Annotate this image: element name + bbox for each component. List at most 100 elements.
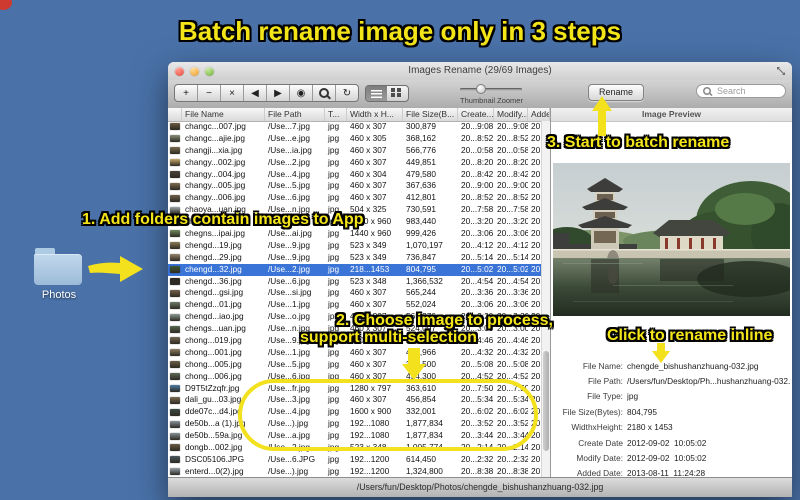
file-actions-segmented-control: + − × ◀ ▶ ◉ ↻ [174, 84, 359, 102]
table-row[interactable]: chengd...01.jpg/Use...1.jpg jpg 460 x 307 5… [168, 299, 550, 311]
file-thumbnail-icon [170, 194, 180, 202]
column-header[interactable]: Width x H... [347, 108, 403, 121]
table-row[interactable]: changy...006.jpg/Use...6.jpg jpg 460 x 307… [168, 192, 550, 204]
file-thumbnail-icon [170, 182, 180, 190]
cell-name: chegns...ipai.jpg [185, 228, 245, 239]
cell-dim: 460 x 307 [350, 180, 387, 191]
column-header[interactable]: Added... [528, 108, 550, 121]
detail-value[interactable]: jpg [627, 391, 638, 401]
cell-created: 20...9:08 [461, 121, 494, 131]
search-input[interactable] [715, 85, 783, 97]
column-header[interactable]: File Size(B... [403, 108, 458, 121]
next-button[interactable]: ▶ [267, 85, 290, 101]
cell-size: 479,580 [406, 168, 436, 179]
file-thumbnail-icon [170, 289, 180, 297]
title-bar[interactable]: Images Rename (29/69 Images) [168, 62, 792, 81]
table-scrollbar[interactable] [541, 121, 550, 478]
cell-name: changy...002.jpg [185, 156, 246, 167]
cell-modified: 20...8:38 [497, 465, 528, 476]
cell-size: 1,324,800 [406, 465, 443, 476]
tutorial-caption: Batch rename image only in 3 steps [178, 16, 622, 46]
multi-selection-highlight [238, 379, 538, 451]
file-thumbnail-icon [170, 420, 180, 428]
cell-name: chong...019.jpg [185, 335, 242, 346]
previous-button[interactable]: ◀ [244, 85, 267, 101]
detail-value[interactable]: chengde_bishushanzhuang-032.jpg [627, 361, 758, 371]
cell-path: /Use...ai.jpg [268, 228, 312, 239]
detail-label: Create Date [578, 437, 623, 448]
table-row[interactable]: DSC05106.JPG/Use...6.JPG jpg 192...1200 614… [168, 454, 550, 466]
cell-size: 367,636 [406, 180, 436, 191]
cell-type: jpg [328, 465, 340, 476]
detail-value[interactable]: 2180 x 1453 [627, 422, 673, 432]
cell-size: 1,366,532 [406, 275, 443, 286]
fullscreen-icon[interactable] [776, 66, 786, 76]
preview-panel: Image Preview File Name: chengde_bishush… [551, 108, 792, 478]
table-row[interactable]: changy...004.jpg/Use...4.jpg jpg 460 x 304… [168, 169, 550, 181]
cell-name: changy...004.jpg [185, 168, 246, 179]
table-row[interactable]: chengd...32.jpg/Use...2.jpg jpg 218...1453… [168, 263, 550, 276]
column-header[interactable]: T... [325, 108, 347, 121]
detail-value[interactable]: 804,795 [627, 407, 657, 417]
table-row[interactable]: changji...xia.jpg/Use...ia.jpg jpg 460 x 3… [168, 145, 550, 157]
refresh-button[interactable]: ↻ [336, 85, 358, 101]
cell-type: jpg [328, 358, 340, 369]
table-row[interactable]: chengd...29.jpg/Use...9.jpg jpg 523 x 349 7… [168, 252, 550, 264]
table-row[interactable]: chengd...19.jpg/Use...9.jpg jpg 523 x 349 1… [168, 240, 550, 252]
column-header[interactable]: File Name [182, 108, 265, 121]
table-row[interactable]: changy...002.jpg/Use...2.jpg jpg 460 x 307… [168, 157, 550, 169]
table-row[interactable]: chong...005.jpg/Use...5.jpg jpg 460 x 307 3… [168, 359, 550, 371]
search-field[interactable] [696, 84, 786, 98]
cell-name: chengd...19.jpg [185, 239, 242, 250]
search-button[interactable] [313, 85, 336, 101]
delete-button[interactable]: × [221, 85, 244, 101]
cell-created: 20...5:02 [461, 263, 494, 274]
list-view-button[interactable] [366, 86, 387, 101]
scrollbar-thumb[interactable] [543, 351, 549, 451]
quick-look-button[interactable]: ◉ [290, 85, 313, 101]
table-row[interactable]: enterd...0(2).jpg/Use...).jpg jpg 192...12… [168, 466, 550, 478]
table-row[interactable]: chong...001.jpg/Use...1.jpg jpg 460 x 307 4… [168, 347, 550, 359]
detail-row: File Size(Bytes): 804,795 [551, 404, 790, 419]
detail-row: WidthxHeight: 2180 x 1453 [551, 420, 790, 435]
column-header[interactable]: Modify... [494, 108, 528, 121]
cell-modified: 20...4:32 [497, 346, 528, 357]
thumbnail-zoomer-slider[interactable] [460, 84, 522, 94]
cell-size: 368,162 [406, 132, 436, 143]
cell-dim: 523 x 349 [350, 239, 387, 250]
grid-view-button[interactable] [387, 86, 408, 101]
table-row[interactable]: changc...007.jpg/Use...7.jpg jpg 460 x 307… [168, 121, 550, 133]
cell-path: /Use...7.jpg [268, 121, 310, 131]
file-thumbnail-icon [170, 373, 180, 381]
column-header[interactable] [168, 108, 182, 121]
cell-dim: 460 x 307 [350, 299, 387, 310]
detail-label: File Type: [587, 391, 623, 402]
detail-value[interactable]: /Users/fun/Desktop/Ph...hushanzhuang-032… [627, 376, 790, 386]
cell-modified: 20...8:52 [497, 132, 528, 143]
slider-knob[interactable] [476, 84, 486, 94]
table-row[interactable]: changc...ajie.jpg/Use...e.jpg jpg 460 x 30… [168, 133, 550, 145]
column-header[interactable]: Create... [458, 108, 494, 121]
cell-created: 20...3:06 [461, 228, 494, 239]
cell-path: /Use...6.JPG [268, 453, 316, 464]
table-row[interactable]: changy...005.jpg/Use...5.jpg jpg 460 x 307… [168, 180, 550, 192]
detail-value[interactable]: 2012-09-02 10:05:02 [627, 453, 706, 463]
remove-button[interactable]: − [198, 85, 221, 101]
detail-value[interactable]: 2012-09-02 10:05:02 [627, 438, 706, 448]
cell-path: /Use...9.jpg [268, 251, 310, 262]
table-row[interactable]: chegns...ipai.jpg/Use...ai.jpg jpg 1440 x … [168, 228, 550, 240]
table-row[interactable]: chengd...gsi.jpg/Use...si.jpg jpg 460 x 30… [168, 287, 550, 299]
file-thumbnail-icon [170, 361, 180, 369]
cell-size: 565,244 [406, 287, 436, 298]
cell-modified: 20...2:32 [497, 453, 528, 464]
cell-modified: 20...8:42 [497, 168, 528, 179]
table-row[interactable]: chengd...36.jpg/Use...6.jpg jpg 523 x 348 1… [168, 276, 550, 288]
photos-folder[interactable]: Photos [34, 248, 84, 301]
file-thumbnail-icon [170, 349, 180, 357]
add-button[interactable]: + [175, 85, 198, 101]
table-header[interactable]: File Name File Path T... Width x H... File S… [168, 108, 550, 122]
cell-modified: 20...9:00 [497, 180, 528, 191]
cell-name: chengd...36.jpg [185, 275, 242, 286]
detail-row: File Name: chengde_bishushanzhuang-032.jp… [551, 358, 790, 373]
column-header[interactable]: File Path [265, 108, 325, 121]
